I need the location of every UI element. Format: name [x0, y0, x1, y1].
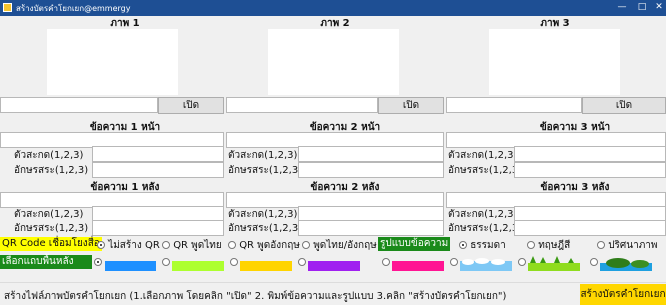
status-bar: สร้างไฟล์ภาพบัตรคำโยกเยก (1.เลือกภาพ โดย…: [0, 282, 666, 305]
window-title: สร้างบัตรคำโยกเยก@emmergy: [16, 4, 131, 13]
bg-swatch-purple[interactable]: [308, 261, 360, 271]
bg-swatch-grass[interactable]: [528, 255, 580, 271]
back-letters-1-label: อักษรสระ(1,2,3): [14, 223, 89, 234]
style-color-theory-radio[interactable]: [527, 241, 535, 249]
qr-option-english[interactable]: QR พูดอังกฤษ: [228, 238, 300, 253]
bg-swatch-blue[interactable]: [105, 261, 156, 271]
bg-option-lime[interactable]: [162, 257, 170, 268]
qr-none-radio[interactable]: [97, 241, 105, 249]
qr-none-label: ไม่สร้าง QR: [108, 240, 160, 251]
qr-option-none[interactable]: ไม่สร้าง QR: [97, 238, 160, 253]
bg-lime-radio[interactable]: [162, 258, 170, 266]
front-vowel-2-input[interactable]: [298, 146, 444, 162]
qr-option-thai[interactable]: QR พูดไทย: [162, 238, 222, 253]
bg-swatch-pink[interactable]: [392, 261, 444, 271]
back-letters-3-label: อักษรสระ(1,2,3): [448, 223, 523, 234]
front-letters-2-input[interactable]: [298, 162, 444, 178]
bg-option-sky-clouds[interactable]: [450, 257, 458, 268]
image-2-path-input[interactable]: [226, 97, 378, 113]
bg-option-purple[interactable]: [298, 257, 306, 268]
style-picture-puzzle-label: ปริศนาภาพ: [608, 240, 658, 251]
style-normal-label: ธรรมดา: [470, 240, 506, 251]
bg-purple-radio[interactable]: [298, 258, 306, 266]
text-style-label: รูปแบบข้อความ: [378, 237, 451, 251]
front-letters-2-label: อักษรสระ(1,2,3): [228, 165, 303, 176]
back-vowel-2-label: ตัวสะกด(1,2,3): [228, 209, 298, 220]
style-color-theory-label: ทฤษฎีสี: [538, 240, 571, 251]
front-vowel-3-label: ตัวสะกด(1,2,3): [448, 150, 518, 161]
title-bar: สร้างบัตรคำโยกเยก@emmergy — □ ✕: [0, 0, 666, 16]
style-picture-puzzle-radio[interactable]: [597, 241, 605, 249]
background-bar-label: เลือกแถบพื้นหลัง: [0, 255, 92, 269]
bg-blue-radio[interactable]: [94, 258, 102, 266]
bg-option-blue[interactable]: [94, 257, 102, 268]
front-vowel-1-label: ตัวสะกด(1,2,3): [14, 150, 84, 161]
bg-swatch-gold[interactable]: [240, 261, 292, 271]
bg-grass-radio[interactable]: [518, 258, 526, 266]
qr-code-label: QR Code เชื่อมโยงสื่อ: [0, 237, 102, 251]
style-option-normal[interactable]: ธรรมดา: [459, 238, 506, 253]
back-letters-3-input[interactable]: [514, 220, 666, 236]
minimize-button[interactable]: —: [612, 0, 632, 16]
back-letters-2-input[interactable]: [298, 220, 444, 236]
front-vowel-3-input[interactable]: [514, 146, 666, 162]
front-letters-3-input[interactable]: [514, 162, 666, 178]
sky-clouds-image: [460, 258, 512, 271]
qr-thai-radio[interactable]: [162, 241, 170, 249]
bg-sea-island-radio[interactable]: [590, 258, 598, 266]
style-option-color-theory[interactable]: ทฤษฎีสี: [527, 238, 570, 253]
instructions-text: สร้างไฟล์ภาพบัตรคำโยกเยก (1.เลือกภาพ โดย…: [4, 291, 507, 302]
front-letters-1-input[interactable]: [92, 162, 224, 178]
qr-english-radio[interactable]: [228, 241, 236, 249]
qr-english-label: QR พูดอังกฤษ: [239, 240, 300, 251]
create-card-button[interactable]: สร้างบัตรคำโยกเยก: [580, 284, 666, 305]
style-option-picture-puzzle[interactable]: ปริศนาภาพ: [597, 238, 658, 253]
grass-image: [528, 256, 580, 271]
image-3-preview: [489, 29, 620, 95]
app-icon: [3, 3, 12, 12]
open-image-2-button[interactable]: เปิด: [378, 97, 444, 114]
bg-sky-clouds-radio[interactable]: [450, 258, 458, 266]
image-1-preview: [47, 29, 178, 95]
close-button[interactable]: ✕: [649, 0, 666, 16]
bg-pink-radio[interactable]: [382, 258, 390, 266]
back-letters-1-input[interactable]: [92, 220, 224, 236]
bg-option-sea-island[interactable]: [590, 257, 598, 268]
bg-option-pink[interactable]: [382, 257, 390, 268]
image-3-path-input[interactable]: [446, 97, 582, 113]
bg-gold-radio[interactable]: [230, 258, 238, 266]
sea-island-image: [600, 258, 652, 271]
image-2-preview: [268, 29, 399, 95]
back-letters-2-label: อักษรสระ(1,2,3): [228, 223, 303, 234]
back-vowel-1-label: ตัวสะกด(1,2,3): [14, 209, 84, 220]
bg-swatch-lime[interactable]: [172, 261, 224, 271]
front-letters-1-label: อักษรสระ(1,2,3): [14, 165, 89, 176]
qr-thai-english-radio[interactable]: [302, 241, 310, 249]
front-vowel-1-input[interactable]: [92, 146, 224, 162]
bg-option-grass[interactable]: [518, 257, 526, 268]
open-image-3-button[interactable]: เปิด: [582, 97, 666, 114]
back-vowel-3-label: ตัวสะกด(1,2,3): [448, 209, 518, 220]
qr-thai-english-label: พูดไทย/อังกฤษ: [313, 240, 377, 251]
image-1-path-input[interactable]: [0, 97, 158, 113]
style-normal-radio[interactable]: [459, 241, 467, 249]
qr-thai-label: QR พูดไทย: [173, 240, 222, 251]
bg-swatch-sky-clouds[interactable]: [460, 257, 512, 271]
open-image-1-button[interactable]: เปิด: [158, 97, 224, 114]
front-letters-3-label: อักษรสระ(1,2,3): [448, 165, 523, 176]
bg-swatch-sea-island[interactable]: [600, 255, 652, 271]
qr-option-thai-english[interactable]: พูดไทย/อังกฤษ: [302, 238, 377, 253]
bg-option-gold[interactable]: [230, 257, 238, 268]
front-vowel-2-label: ตัวสะกด(1,2,3): [228, 150, 298, 161]
